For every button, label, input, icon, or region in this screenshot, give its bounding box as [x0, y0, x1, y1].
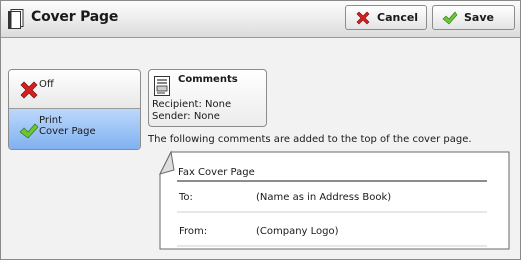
- save-button[interactable]: Save: [432, 5, 515, 30]
- comment-document-icon: [154, 76, 170, 96]
- from-label: From:: [179, 226, 208, 237]
- checkmark-icon: [19, 123, 39, 139]
- cancel-x-icon: [356, 11, 370, 25]
- to-label: To:: [179, 192, 193, 203]
- comments-heading: Comments: [178, 74, 238, 85]
- off-option-button[interactable]: Off: [9, 70, 140, 109]
- off-option-label: Off: [39, 79, 54, 90]
- print-label-line2: Cover Page: [39, 126, 96, 137]
- comments-button[interactable]: Comments Recipient: None Sender: None: [148, 69, 267, 127]
- cancel-button[interactable]: Cancel: [345, 5, 427, 30]
- title-bar: Cover Page Cancel Save: [1, 1, 520, 38]
- cover-page-dialog: Cover Page Cancel Save Off Print Cover P…: [0, 0, 521, 260]
- off-x-icon: [20, 81, 38, 99]
- document-icon: [8, 9, 24, 29]
- print-cover-page-option-button[interactable]: Print Cover Page: [9, 109, 140, 149]
- page-title: Cover Page: [31, 9, 119, 25]
- print-label-line1: Print: [39, 115, 63, 126]
- recipient-status: Recipient: None: [152, 99, 232, 110]
- to-value: (Name as in Address Book): [256, 192, 392, 203]
- cancel-button-label: Cancel: [377, 11, 419, 24]
- checkmark-icon: [442, 11, 458, 25]
- cover-page-option-group: Off Print Cover Page: [8, 69, 141, 150]
- description-text: The following comments are added to the …: [148, 134, 472, 145]
- sender-status: Sender: None: [152, 111, 220, 122]
- from-value: (Company Logo): [256, 226, 339, 237]
- print-cover-page-label: Print Cover Page: [39, 115, 129, 137]
- save-button-label: Save: [464, 11, 494, 24]
- fax-cover-title: Fax Cover Page: [178, 167, 255, 178]
